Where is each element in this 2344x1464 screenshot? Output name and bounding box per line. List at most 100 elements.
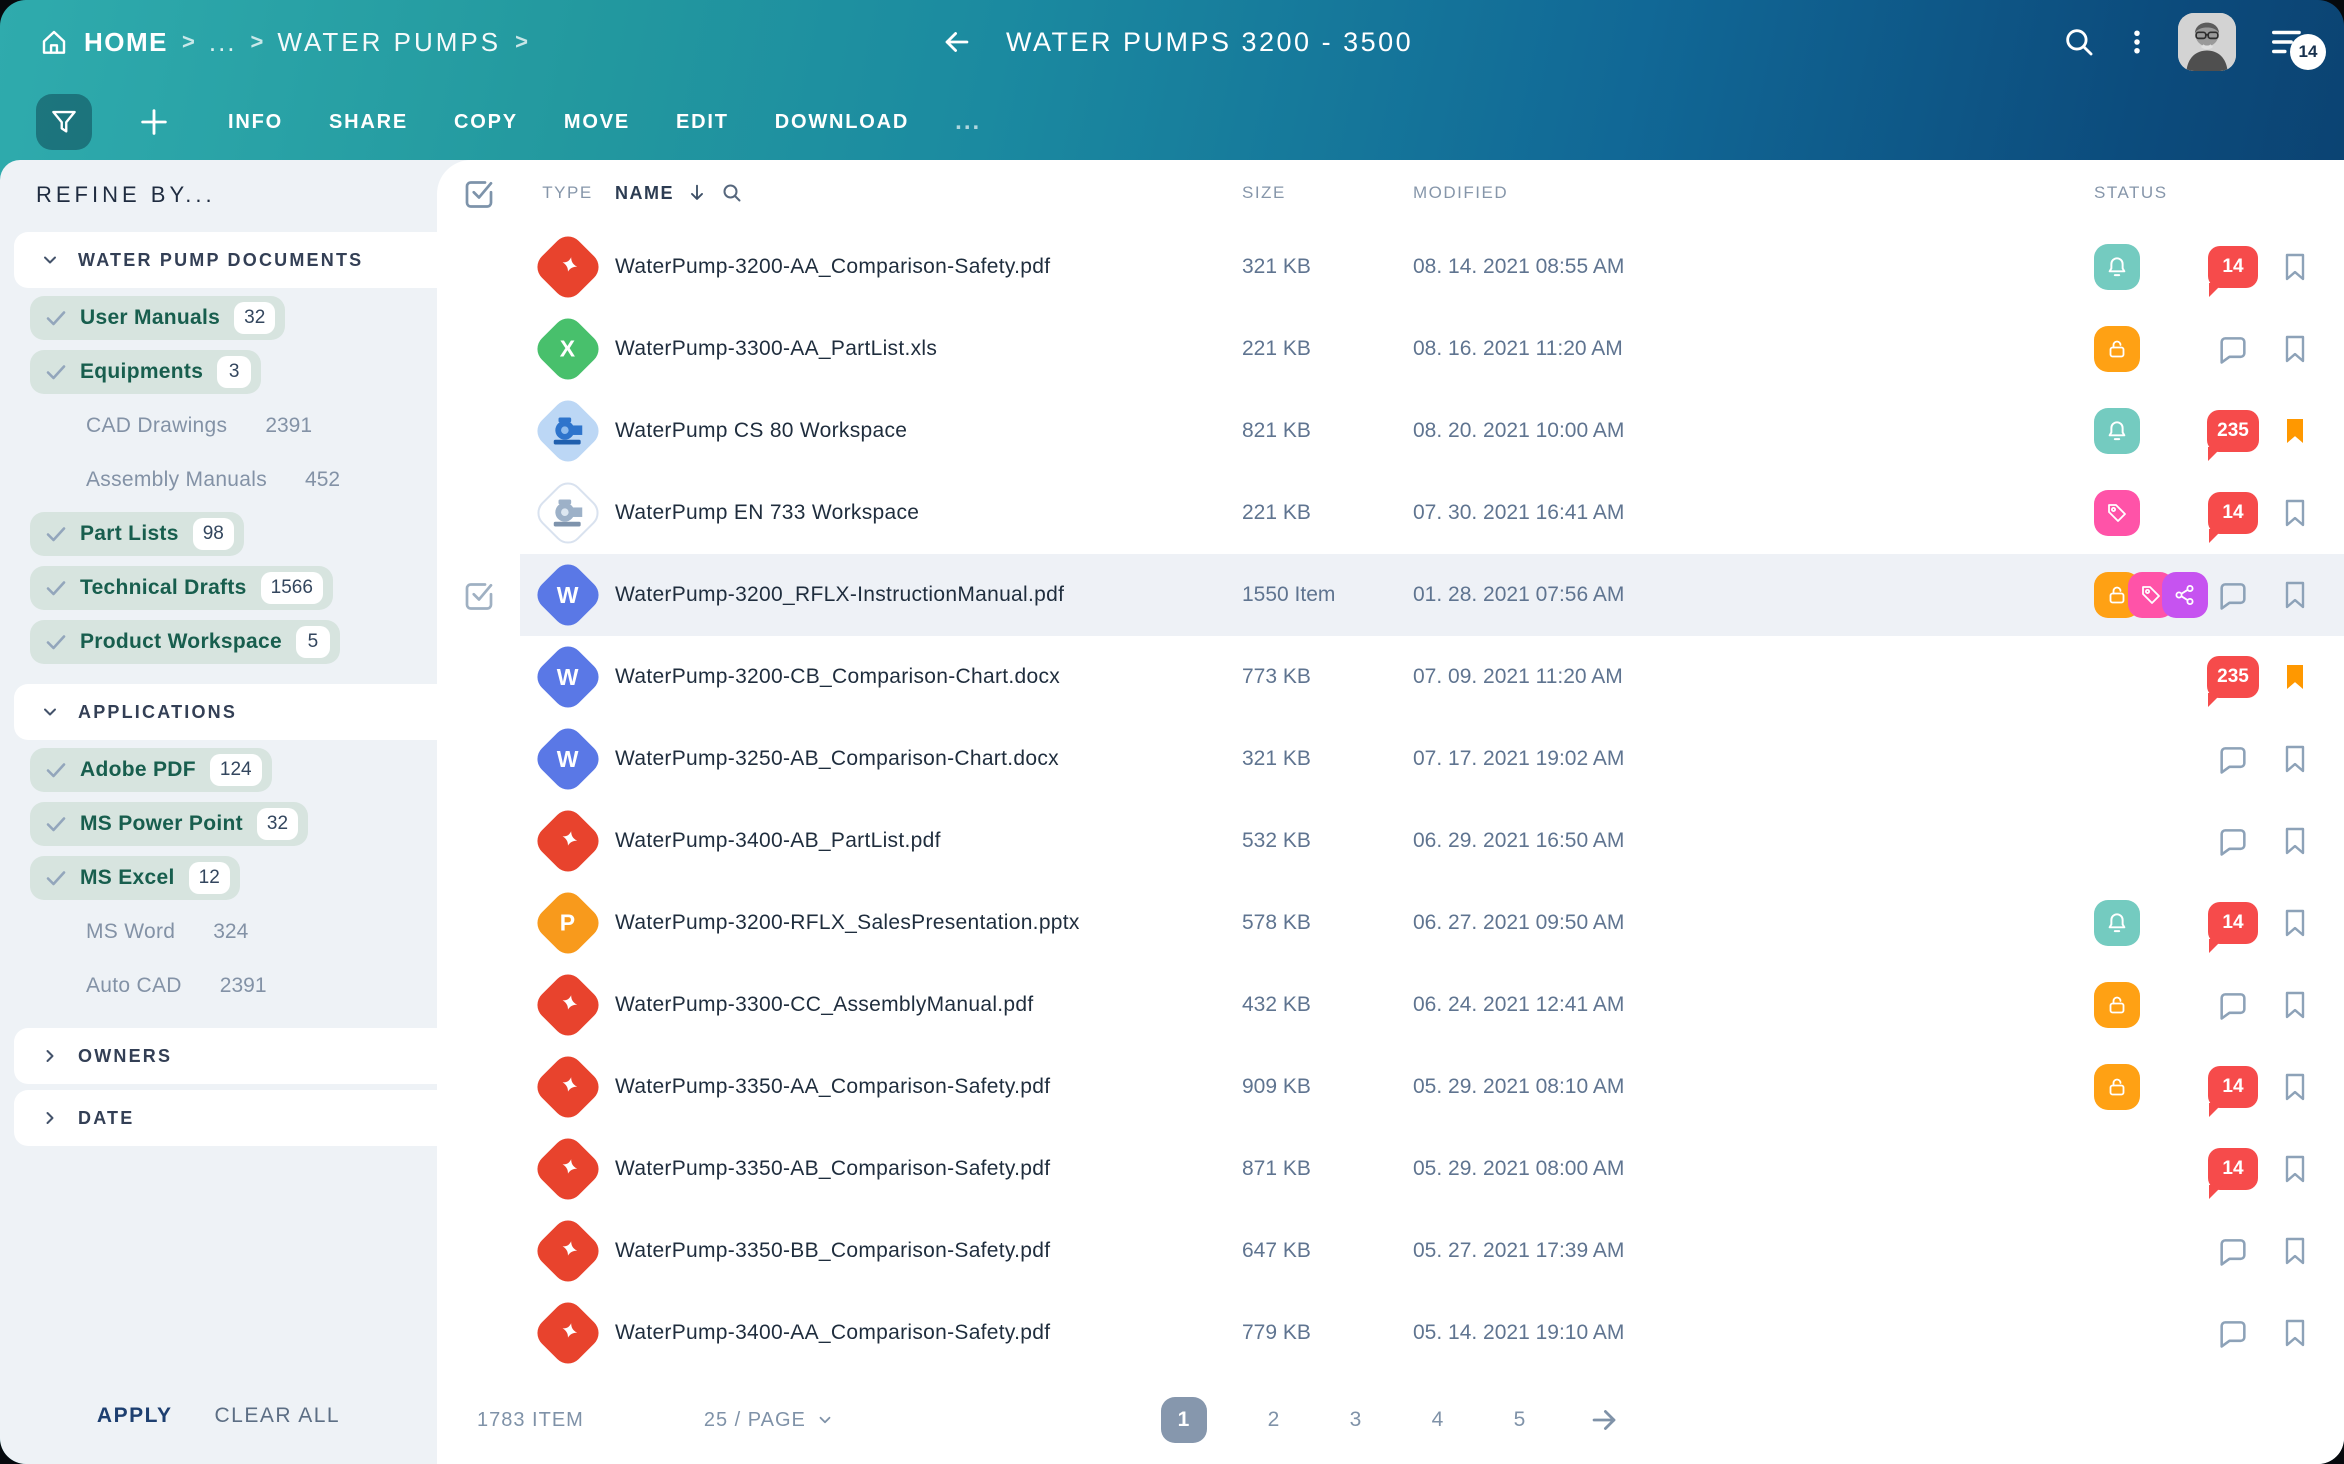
lock-status-badge[interactable] [2094,1064,2140,1110]
comment-cell[interactable] [2202,1234,2264,1268]
search-icon[interactable] [2062,25,2096,59]
comment-cell[interactable]: 14 [2202,246,2264,288]
comment-count-badge[interactable]: 14 [2208,246,2258,288]
breadcrumb-section[interactable]: WATER PUMPS [277,27,501,58]
apply-button[interactable]: APPLY [97,1404,173,1428]
filter-option-technical-drafts[interactable]: Technical Drafts1566 [30,566,333,610]
table-row[interactable]: WaterPump EN 733 Workspace221 KB07. 30. … [437,472,2344,554]
comment-cell[interactable] [2202,988,2264,1022]
lock-status-badge[interactable] [2094,982,2140,1028]
kebab-menu-icon[interactable] [2122,27,2152,57]
table-row[interactable]: WaterPump-3300-CC_AssemblyManual.pdf432 … [437,964,2344,1046]
column-search-icon[interactable] [720,181,744,205]
filter-option-auto-cad[interactable]: Auto CAD2391 [30,964,267,1008]
bell-status-badge[interactable] [2094,408,2140,454]
comment-cell[interactable]: 235 [2202,656,2264,698]
table-row[interactable]: WaterPump-3350-BB_Comparison-Safety.pdf6… [437,1210,2344,1292]
bookmark-cell[interactable] [2264,415,2326,447]
filter-option-user-manuals[interactable]: User Manuals32 [30,296,285,340]
lock-status-badge[interactable] [2094,326,2140,372]
comment-count-badge[interactable]: 14 [2208,1066,2258,1108]
table-row[interactable]: WaterPump CS 80 Workspace821 KB08. 20. 2… [437,390,2344,472]
comment-count-badge[interactable]: 14 [2208,492,2258,534]
table-row[interactable]: WaterPump-3400-AA_Comparison-Safety.pdf7… [437,1292,2344,1374]
bell-status-badge[interactable] [2094,900,2140,946]
menu-item-copy[interactable]: COPY [454,111,518,134]
page-button-3[interactable]: 3 [1341,1408,1371,1432]
bookmark-cell[interactable] [2264,907,2326,939]
comment-cell[interactable] [2202,742,2264,776]
select-all-checkbox[interactable] [437,175,520,211]
table-row[interactable]: WWaterPump-3250-AB_Comparison-Chart.docx… [437,718,2344,800]
clear-all-button[interactable]: CLEAR ALL [215,1404,341,1428]
breadcrumb-home[interactable]: HOME [84,27,168,58]
menu-item-download[interactable]: DOWNLOAD [775,111,909,134]
comment-count-badge[interactable]: 14 [2208,1148,2258,1190]
next-page-arrow-icon[interactable] [1587,1403,1621,1437]
filter-option-ms-excel[interactable]: MS Excel12 [30,856,240,900]
sidebar-section-owners[interactable]: OWNERS [14,1028,437,1084]
back-arrow-icon[interactable] [940,25,974,59]
sidebar-section-applications[interactable]: APPLICATIONS [14,684,437,740]
bookmark-cell[interactable] [2264,989,2326,1021]
filter-option-adobe-pdf[interactable]: Adobe PDF124 [30,748,272,792]
per-page-select[interactable]: 25 / PAGE [704,1409,834,1432]
filter-option-assembly-manuals[interactable]: Assembly Manuals452 [30,458,340,502]
sidebar-section-water-pump-documents[interactable]: WATER PUMP DOCUMENTS [14,232,437,288]
filter-option-equipments[interactable]: Equipments3 [30,350,261,394]
bookmark-cell[interactable] [2264,1153,2326,1185]
column-header-status[interactable]: STATUS [2054,183,2202,203]
breadcrumb-ellipsis[interactable]: ... [209,27,237,58]
home-icon[interactable] [38,26,70,58]
filter-list-icon[interactable]: 14 [2262,16,2314,68]
table-row[interactable]: WaterPump-3400-AB_PartList.pdf532 KB06. … [437,800,2344,882]
comment-cell[interactable] [2202,1316,2264,1350]
bookmark-cell[interactable] [2264,825,2326,857]
table-row[interactable]: WaterPump-3350-AA_Comparison-Safety.pdf9… [437,1046,2344,1128]
row-checkbox[interactable] [437,577,520,613]
comment-cell[interactable]: 235 [2202,410,2264,452]
table-row[interactable]: WaterPump-3350-AB_Comparison-Safety.pdf8… [437,1128,2344,1210]
bookmark-cell[interactable] [2264,743,2326,775]
comment-cell[interactable] [2202,824,2264,858]
menu-item-edit[interactable]: EDIT [676,111,729,134]
sort-descending-icon[interactable] [686,182,708,204]
filter-option-ms-word[interactable]: MS Word324 [30,910,248,954]
table-row[interactable]: PWaterPump-3200-RFLX_SalesPresentation.p… [437,882,2344,964]
column-header-modified[interactable]: MODIFIED [1372,183,2054,203]
table-row[interactable]: WWaterPump-3200_RFLX-InstructionManual.p… [437,554,2344,636]
bookmark-cell[interactable] [2264,579,2326,611]
comment-count-badge[interactable]: 235 [2207,410,2259,452]
bookmark-cell[interactable] [2264,1071,2326,1103]
bookmark-cell[interactable] [2264,251,2326,283]
comment-cell[interactable] [2202,578,2264,612]
avatar[interactable] [2178,13,2236,71]
filter-option-ms-power-point[interactable]: MS Power Point32 [30,802,308,846]
filter-option-product-workspace[interactable]: Product Workspace5 [30,620,340,664]
bell-status-badge[interactable] [2094,244,2140,290]
bookmark-cell[interactable] [2264,497,2326,529]
comment-count-badge[interactable]: 14 [2208,902,2258,944]
bookmark-cell[interactable] [2264,1317,2326,1349]
bookmark-cell[interactable] [2264,1235,2326,1267]
column-header-size[interactable]: SIZE [1202,183,1372,203]
page-button-4[interactable]: 4 [1423,1408,1453,1432]
filter-option-cad-drawings[interactable]: CAD Drawings2391 [30,404,312,448]
page-button-1[interactable]: 1 [1161,1397,1207,1443]
comment-cell[interactable]: 14 [2202,1066,2264,1108]
comment-cell[interactable]: 14 [2202,1148,2264,1190]
comment-cell[interactable]: 14 [2202,492,2264,534]
filter-option-part-lists[interactable]: Part Lists98 [30,512,244,556]
table-row[interactable]: WaterPump-3200-AA_Comparison-Safety.pdf3… [437,226,2344,308]
add-button[interactable] [134,105,174,139]
menu-more-button[interactable]: ... [955,108,981,136]
menu-item-info[interactable]: INFO [228,111,283,134]
comment-cell[interactable] [2202,332,2264,366]
tag-status-badge[interactable] [2094,490,2140,536]
filter-button[interactable] [36,94,92,150]
comment-cell[interactable]: 14 [2202,902,2264,944]
table-row[interactable]: XWaterPump-3300-AA_PartList.xls221 KB08.… [437,308,2344,390]
column-header-type[interactable]: TYPE [520,183,615,203]
column-header-name[interactable]: NAME [615,181,1202,205]
table-row[interactable]: WWaterPump-3200-CB_Comparison-Chart.docx… [437,636,2344,718]
